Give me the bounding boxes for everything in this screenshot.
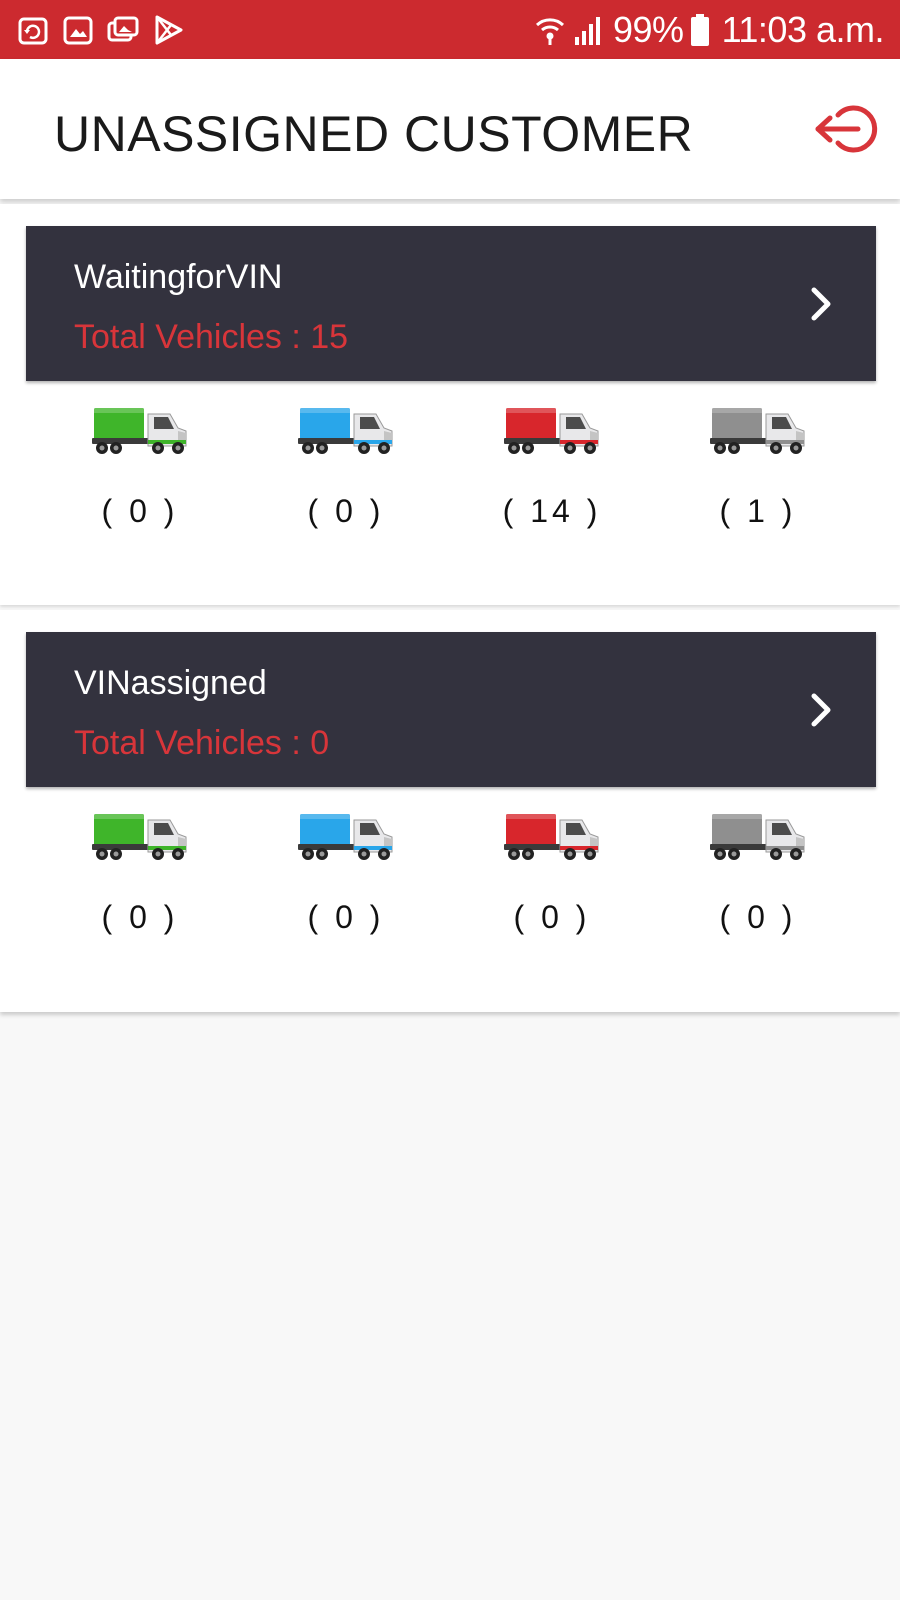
gray-truck-icon (710, 806, 806, 866)
logout-button[interactable] (814, 101, 880, 157)
notification-icons (16, 13, 196, 47)
vehicle-status-gray[interactable]: ( 1 ) (655, 400, 861, 560)
green-truck-icon (92, 400, 188, 460)
vehicle-status-red[interactable]: ( 0 ) (449, 806, 655, 966)
vehicle-count: ( 1 ) (719, 493, 797, 529)
sync-icon (16, 13, 50, 47)
vehicle-count: ( 0 ) (719, 899, 797, 935)
logout-icon (815, 105, 878, 153)
vehicle-status-gray[interactable]: ( 0 ) (655, 806, 861, 966)
image-icon (61, 13, 95, 47)
chevron-right-icon (811, 693, 831, 727)
battery-icon (690, 13, 710, 47)
customer-group-vinassigned: VINassigned Total Vehicles : 0 ( 0 ) ( 0… (0, 610, 900, 1012)
group-name: WaitingforVIN (74, 258, 283, 296)
clock: 11:03 a.m. (721, 8, 885, 50)
signal-icon (571, 13, 605, 47)
wifi-icon (533, 13, 567, 47)
gray-truck-icon (710, 400, 806, 460)
red-truck-icon (504, 806, 600, 866)
group-total-vehicles: Total Vehicles : 15 (74, 318, 349, 356)
vehicle-status-blue[interactable]: ( 0 ) (243, 806, 449, 966)
vehicle-status-red[interactable]: ( 14 ) (449, 400, 655, 560)
vehicle-count: ( 0 ) (101, 493, 179, 529)
blue-truck-icon (298, 400, 394, 460)
blue-truck-icon (298, 806, 394, 866)
vehicle-status-green[interactable]: ( 0 ) (37, 806, 243, 966)
app-bar: UNASSIGNED CUSTOMER (0, 59, 900, 199)
system-status: 99% 11:03 a.m. (533, 8, 885, 51)
group-total-vehicles: Total Vehicles : 0 (74, 724, 330, 762)
customer-group-waitingforvin: WaitingforVIN Total Vehicles : 15 ( 0 ) … (0, 204, 900, 605)
vehicle-count: ( 0 ) (307, 899, 385, 935)
play-store-icon (151, 13, 185, 47)
group-header-card[interactable]: WaitingforVIN Total Vehicles : 15 (26, 226, 876, 381)
vehicle-status-green[interactable]: ( 0 ) (37, 400, 243, 560)
vehicle-status-blue[interactable]: ( 0 ) (243, 400, 449, 560)
group-header-card[interactable]: VINassigned Total Vehicles : 0 (26, 632, 876, 787)
vehicle-count: ( 0 ) (307, 493, 385, 529)
page-title: UNASSIGNED CUSTOMER (54, 106, 694, 162)
photos-icon (106, 13, 140, 47)
green-truck-icon (92, 806, 188, 866)
battery-percent: 99% (613, 8, 684, 50)
status-bar: 99% 11:03 a.m. (0, 0, 900, 59)
vehicle-status-row: ( 0 ) ( 0 ) ( 14 ) ( 1 ) (0, 400, 900, 560)
vehicle-count: ( 0 ) (101, 899, 179, 935)
vehicle-status-row: ( 0 ) ( 0 ) ( 0 ) ( 0 ) (0, 806, 900, 966)
group-name: VINassigned (74, 664, 267, 702)
vehicle-count: ( 14 ) (502, 493, 602, 529)
red-truck-icon (504, 400, 600, 460)
chevron-right-icon (811, 287, 831, 321)
vehicle-count: ( 0 ) (513, 899, 591, 935)
